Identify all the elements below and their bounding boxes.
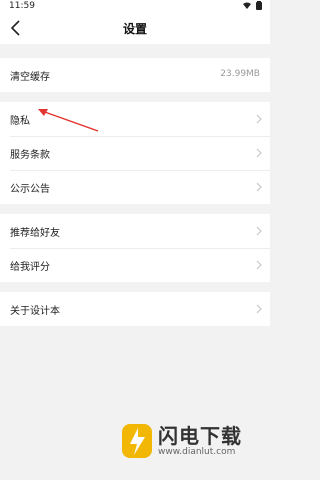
page-title: 设置 xyxy=(122,22,147,36)
watermark-logo: 闪电下载 www.dianlut.com xyxy=(120,420,260,462)
rate-app-label: 给我评分 xyxy=(10,262,50,273)
privacy-row[interactable]: 隐私 xyxy=(0,102,270,136)
about-row[interactable]: 关于设计本 xyxy=(0,292,270,326)
status-bar: 11:59 xyxy=(0,0,270,12)
status-time: 11:59 xyxy=(9,1,35,11)
clear-cache-label: 清空缓存 xyxy=(10,72,50,83)
settings-group-cache: 清空缓存 23.99MB xyxy=(0,58,270,92)
clear-cache-row[interactable]: 清空缓存 23.99MB xyxy=(0,58,270,92)
watermark-title: 闪电下载 xyxy=(158,424,242,448)
settings-group-legal: 隐私 服务条款 公示公告 xyxy=(0,102,270,204)
lightning-logo-icon xyxy=(122,424,152,458)
chevron-right-icon xyxy=(256,148,262,158)
chevron-right-icon xyxy=(256,260,262,270)
cache-size-value: 23.99MB xyxy=(220,69,260,79)
recommend-friend-label: 推荐给好友 xyxy=(10,228,60,239)
settings-group-share: 推荐给好友 给我评分 xyxy=(0,214,270,282)
privacy-label: 隐私 xyxy=(10,116,30,127)
about-label: 关于设计本 xyxy=(10,306,60,317)
chevron-right-icon xyxy=(256,226,262,236)
rate-app-row[interactable]: 给我评分 xyxy=(0,248,270,282)
announcement-label: 公示公告 xyxy=(10,184,50,195)
announcement-row[interactable]: 公示公告 xyxy=(0,170,270,204)
battery-icon xyxy=(256,1,262,10)
chevron-right-icon xyxy=(256,114,262,124)
wifi-icon xyxy=(243,2,251,9)
terms-label: 服务条款 xyxy=(10,150,50,161)
app-header: 设置 xyxy=(0,12,270,44)
watermark-url: www.dianlut.com xyxy=(158,447,236,457)
terms-row[interactable]: 服务条款 xyxy=(0,136,270,170)
recommend-friend-row[interactable]: 推荐给好友 xyxy=(0,214,270,248)
chevron-right-icon xyxy=(256,182,262,192)
status-icons xyxy=(242,1,262,10)
settings-group-about: 关于设计本 xyxy=(0,292,270,326)
chevron-right-icon xyxy=(256,304,262,314)
